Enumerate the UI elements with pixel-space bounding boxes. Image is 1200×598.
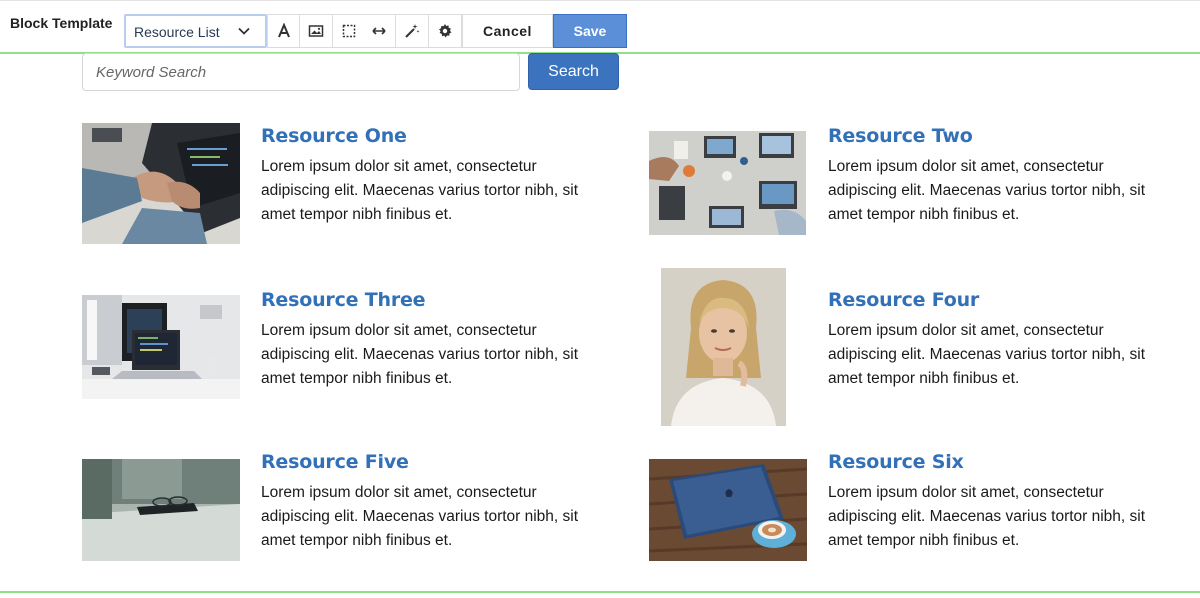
resource-five-image [82, 459, 240, 561]
magic-wand-icon [405, 24, 420, 38]
search-button[interactable]: Search [528, 53, 619, 90]
resource-four-title[interactable]: Resource Four [828, 289, 979, 311]
image-button[interactable] [300, 14, 333, 48]
magic-wand-button[interactable] [396, 14, 429, 48]
resource-six-title[interactable]: Resource Six [828, 451, 964, 473]
resource-four-description: Lorem ipsum dolor sit amet, consectetur … [828, 322, 1146, 387]
gear-icon [439, 24, 452, 38]
resource-two-image [649, 131, 806, 235]
resource-two-description: Lorem ipsum dolor sit amet, consectetur … [828, 158, 1146, 223]
resource-one-description: Lorem ipsum dolor sit amet, consectetur … [261, 158, 579, 223]
block-bottom-border [0, 591, 1200, 593]
width-arrows-icon [372, 27, 386, 35]
resource-one-image [82, 123, 240, 244]
toolbar-label: Block Template [10, 15, 113, 31]
resource-three-description: Lorem ipsum dolor sit amet, consectetur … [261, 322, 579, 387]
text-format-button[interactable] [267, 14, 300, 48]
chevron-down-icon [238, 27, 250, 35]
width-button[interactable] [363, 14, 396, 48]
text-format-icon [277, 23, 290, 38]
resource-six-description: Lorem ipsum dolor sit amet, consectetur … [828, 484, 1146, 549]
resource-five-title[interactable]: Resource Five [261, 451, 409, 473]
resource-two-title[interactable]: Resource Two [828, 125, 973, 147]
cancel-button[interactable]: Cancel [462, 14, 553, 48]
save-button[interactable]: Save [553, 14, 627, 48]
block-toolbar: Block Template Resource List Cancel Save [0, 0, 1200, 52]
keyword-search-input[interactable] [82, 53, 520, 91]
template-select-value: Resource List [134, 24, 220, 40]
resource-three-title[interactable]: Resource Three [261, 289, 426, 311]
selection-box-button[interactable] [333, 14, 366, 48]
resource-one-title[interactable]: Resource One [261, 125, 407, 147]
template-select[interactable]: Resource List [124, 14, 267, 48]
settings-button[interactable] [429, 14, 462, 48]
image-icon [308, 25, 324, 37]
resource-five-description: Lorem ipsum dolor sit amet, consectetur … [261, 484, 579, 549]
resource-four-image [661, 268, 786, 426]
resource-three-image [82, 295, 240, 399]
selection-box-icon [342, 24, 356, 38]
resource-six-image [649, 459, 807, 561]
